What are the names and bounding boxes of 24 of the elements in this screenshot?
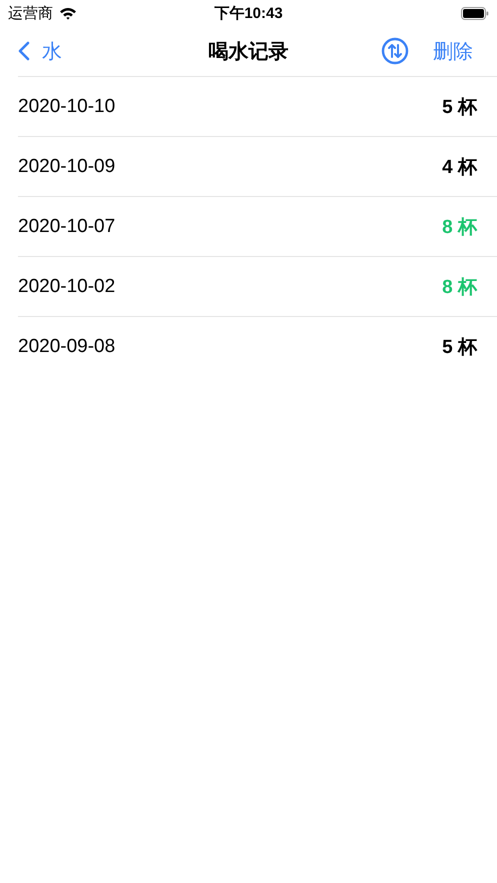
record-date: 2020-09-08 — [18, 336, 116, 358]
record-row[interactable]: 2020-10-07 8 杯 — [18, 197, 497, 257]
chevron-left-icon — [18, 41, 30, 61]
cup-count: 8 杯 — [442, 276, 477, 300]
record-row[interactable]: 2020-10-10 5 杯 — [18, 77, 497, 137]
record-row[interactable]: 2020-09-08 5 杯 — [18, 317, 497, 376]
status-time: 下午10:43 — [214, 4, 283, 22]
sort-icon[interactable] — [381, 37, 409, 65]
cup-count: 5 杯 — [442, 96, 477, 120]
carrier-label: 运营商 — [8, 4, 53, 22]
battery-icon — [461, 6, 489, 20]
cup-count: 5 杯 — [442, 336, 477, 360]
record-date: 2020-10-07 — [18, 216, 116, 238]
delete-button[interactable]: 删除 — [433, 38, 473, 64]
record-date: 2020-10-10 — [18, 96, 116, 118]
cup-count: 8 杯 — [442, 216, 477, 240]
record-date: 2020-10-02 — [18, 276, 116, 298]
wifi-icon — [59, 6, 77, 20]
record-row[interactable]: 2020-10-02 8 杯 — [18, 257, 497, 317]
record-row[interactable]: 2020-10-09 4 杯 — [18, 137, 497, 197]
cup-count: 4 杯 — [442, 156, 477, 180]
record-date: 2020-10-09 — [18, 156, 116, 178]
nav-title: 喝水记录 — [208, 40, 288, 64]
back-button[interactable]: 水 — [18, 38, 62, 64]
